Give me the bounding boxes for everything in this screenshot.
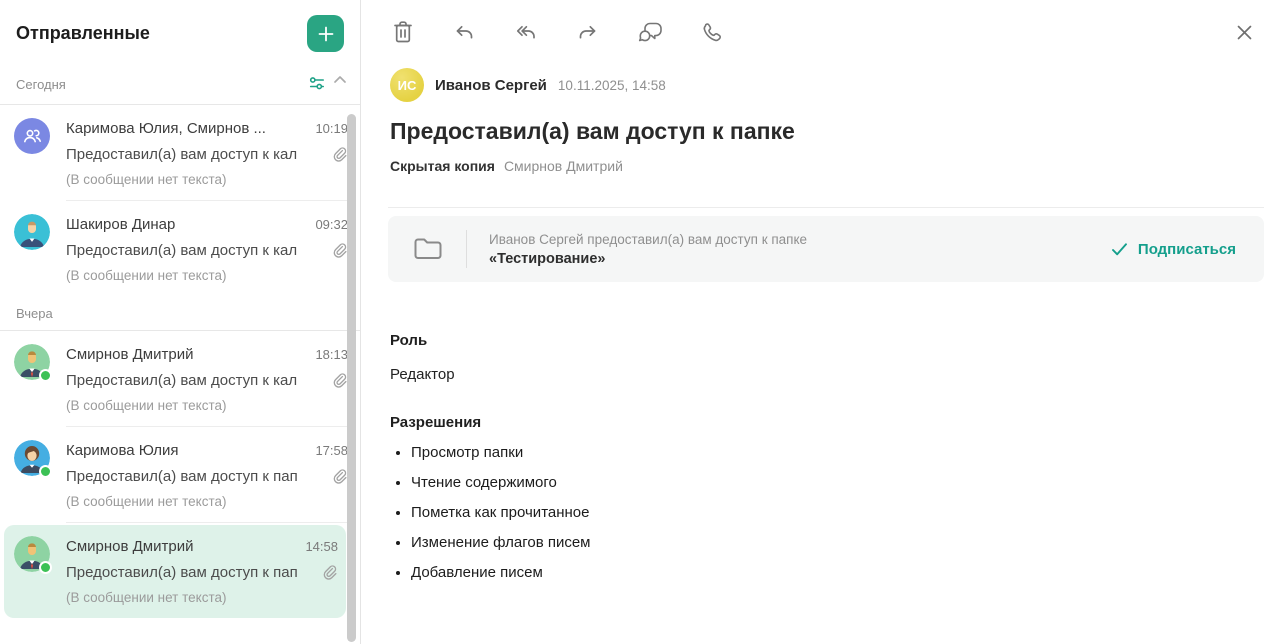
permission-item: Изменение флагов писем xyxy=(411,534,1256,551)
permissions-list: Просмотр папки Чтение содержимого Пометк… xyxy=(390,444,1256,581)
subscribe-button[interactable]: Подписаться xyxy=(1111,241,1236,258)
attachment-icon xyxy=(330,467,348,485)
forward-button[interactable] xyxy=(575,20,601,44)
phone-icon xyxy=(700,20,725,44)
message-time: 14:58 xyxy=(305,539,338,554)
sender-names: Шакиров Динар xyxy=(66,216,307,233)
filter-button[interactable] xyxy=(307,73,327,95)
role-value: Редактор xyxy=(390,366,1256,383)
permissions-label: Разрешения xyxy=(390,414,1256,431)
online-status-dot xyxy=(39,465,52,478)
subscribe-label: Подписаться xyxy=(1138,241,1236,258)
folder-title: Отправленные xyxy=(16,23,150,44)
reply-button[interactable] xyxy=(451,20,477,44)
avatar xyxy=(14,214,50,250)
message-time: 17:58 xyxy=(315,443,348,458)
check-icon xyxy=(1111,242,1128,257)
attachment-icon xyxy=(330,241,348,259)
person-avatar-icon xyxy=(14,214,50,250)
today-label: Сегодня xyxy=(16,77,307,92)
mail-list-item[interactable]: Шакиров Динар 09:32 Предоставил(а) вам д… xyxy=(0,201,360,296)
permission-item: Просмотр папки xyxy=(411,444,1256,461)
message-subject: Предоставил(а) вам доступ к пап xyxy=(66,564,318,581)
trash-icon xyxy=(391,19,415,45)
close-icon xyxy=(1235,23,1254,42)
reply-icon xyxy=(451,20,477,44)
folder-share-notice: Иванов Сергей предоставил(а) вам доступ … xyxy=(388,216,1264,282)
mail-list-item[interactable]: Каримова Юлия, Смирнов ... 10:19 Предост… xyxy=(0,105,360,201)
message-subject: Предоставил(а) вам доступ к кал xyxy=(66,146,328,163)
attachment-icon xyxy=(320,563,338,581)
online-status-dot xyxy=(39,369,52,382)
bcc-label: Скрытая копия xyxy=(390,158,495,174)
sender-avatar: ИС xyxy=(390,68,424,102)
message-title: Предоставил(а) вам доступ к папке xyxy=(390,118,1256,145)
notice-divider xyxy=(466,230,467,268)
message-time: 10:19 xyxy=(315,121,348,136)
chat-button[interactable] xyxy=(637,20,664,44)
yesterday-section-header: Вчера xyxy=(0,296,360,331)
group-icon xyxy=(20,124,44,148)
list-scrollbar[interactable] xyxy=(347,114,356,642)
message-body: Роль Редактор Разрешения Просмотр папки … xyxy=(362,282,1280,581)
message-preview: (В сообщении нет текста) xyxy=(66,268,348,283)
reply-all-icon xyxy=(513,20,539,44)
message-preview: (В сообщении нет текста) xyxy=(66,494,348,509)
folder-icon xyxy=(412,234,444,264)
close-message-button[interactable] xyxy=(1235,23,1254,42)
sender-names: Смирнов Дмитрий xyxy=(66,538,297,555)
shared-folder-name: «Тестирование» xyxy=(489,251,1111,267)
plus-icon xyxy=(317,25,335,43)
mail-list-item[interactable]: Смирнов Дмитрий 18:13 Предоставил(а) вам… xyxy=(0,331,360,427)
forward-icon xyxy=(575,20,601,44)
filter-sliders-icon xyxy=(307,73,327,95)
sender-name: Иванов Сергей xyxy=(435,77,547,94)
sidebar-header: Отправленные xyxy=(0,0,360,52)
delete-button[interactable] xyxy=(391,19,415,45)
mail-app: Отправленные Сегодня xyxy=(0,0,1280,644)
attachment-icon xyxy=(330,371,348,389)
message-subject: Предоставил(а) вам доступ к пап xyxy=(66,468,328,485)
message-pane: ИС Иванов Сергей 10.11.2025, 14:58 Предо… xyxy=(362,0,1280,644)
mail-list-pane: Отправленные Сегодня xyxy=(0,0,361,644)
sender-names: Смирнов Дмитрий xyxy=(66,346,307,363)
avatar xyxy=(14,344,50,380)
sender-names: Каримова Юлия xyxy=(66,442,307,459)
mail-list-item-selected[interactable]: Смирнов Дмитрий 14:58 Предоставил(а) вам… xyxy=(4,525,346,618)
message-preview: (В сообщении нет текста) xyxy=(66,172,348,187)
message-header: ИС Иванов Сергей 10.11.2025, 14:58 Предо… xyxy=(362,55,1280,174)
chat-bubbles-icon xyxy=(637,20,664,44)
avatar xyxy=(14,118,50,154)
avatar xyxy=(14,440,50,476)
compose-button[interactable] xyxy=(307,15,344,52)
sender-names: Каримова Юлия, Смирнов ... xyxy=(66,120,307,137)
message-time: 18:13 xyxy=(315,347,348,362)
attachment-icon xyxy=(330,145,348,163)
bcc-recipient: Смирнов Дмитрий xyxy=(504,158,623,174)
call-button[interactable] xyxy=(700,20,725,44)
message-preview: (В сообщении нет текста) xyxy=(66,590,338,605)
message-toolbar xyxy=(362,0,1280,55)
message-subject: Предоставил(а) вам доступ к кал xyxy=(66,372,328,389)
message-date: 10.11.2025, 14:58 xyxy=(558,78,666,93)
chevron-up-icon xyxy=(332,73,348,85)
online-status-dot xyxy=(39,561,52,574)
message-time: 09:32 xyxy=(315,217,348,232)
message-subject: Предоставил(а) вам доступ к кал xyxy=(66,242,328,259)
header-divider xyxy=(388,207,1264,208)
permission-item: Добавление писем xyxy=(411,564,1256,581)
today-section-header: Сегодня xyxy=(0,52,360,105)
notice-description: Иванов Сергей предоставил(а) вам доступ … xyxy=(489,232,1111,247)
message-preview: (В сообщении нет текста) xyxy=(66,398,348,413)
role-label: Роль xyxy=(390,332,1256,349)
reply-all-button[interactable] xyxy=(513,20,539,44)
permission-item: Чтение содержимого xyxy=(411,474,1256,491)
mail-list-item[interactable]: Каримова Юлия 17:58 Предоставил(а) вам д… xyxy=(0,427,360,523)
avatar xyxy=(14,536,50,572)
permission-item: Пометка как прочитанное xyxy=(411,504,1256,521)
scroll-up-button[interactable] xyxy=(332,73,348,85)
